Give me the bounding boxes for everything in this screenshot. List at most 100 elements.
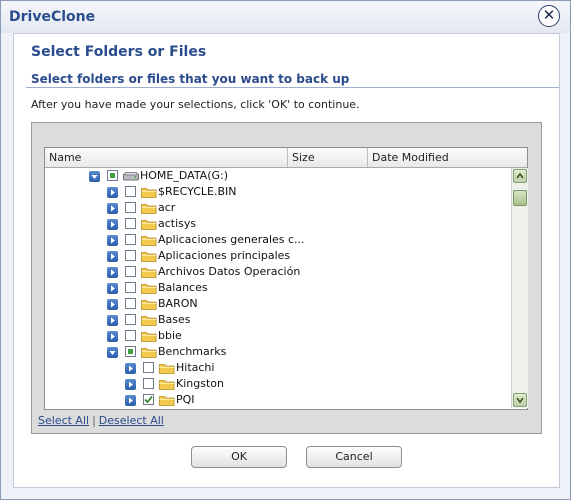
tree-item-label: Hitachi — [176, 361, 215, 374]
scroll-down-button[interactable] — [513, 393, 527, 407]
expand-toggle-icon[interactable] — [125, 363, 136, 374]
folder-icon — [141, 283, 157, 294]
row-checkbox[interactable] — [143, 378, 154, 389]
tree-item-label: Bases — [158, 313, 191, 326]
expand-toggle-icon[interactable] — [107, 203, 118, 214]
tree-item-label: Kingston — [176, 377, 224, 390]
tree-item-label: Benchmarks — [158, 345, 227, 358]
column-header-date-modified[interactable]: Date Modified — [368, 148, 527, 167]
tree-row[interactable]: Kingston — [45, 376, 510, 392]
tree-row[interactable]: Aplicaciones generales c... — [45, 232, 510, 248]
expand-toggle-icon[interactable] — [107, 283, 118, 294]
tree-row[interactable]: Bases — [45, 312, 510, 328]
cancel-button[interactable]: Cancel — [306, 446, 402, 468]
expand-toggle-icon[interactable] — [107, 331, 118, 342]
expand-toggle-icon[interactable] — [107, 299, 118, 310]
scroll-thumb[interactable] — [513, 190, 527, 206]
folder-icon — [159, 363, 175, 374]
tree-item-label: bbie — [158, 329, 182, 342]
tree-row[interactable]: Aplicaciones principales — [45, 248, 510, 264]
chevron-down-icon — [516, 397, 524, 404]
tree-row[interactable]: Balances — [45, 280, 510, 296]
expand-toggle-icon[interactable] — [107, 251, 118, 262]
folder-icon — [141, 187, 157, 198]
folder-icon — [141, 203, 157, 214]
tree-row[interactable]: Benchmarks — [45, 344, 510, 360]
expand-toggle-icon[interactable] — [125, 379, 136, 390]
row-checkbox[interactable] — [125, 186, 136, 197]
folder-icon — [141, 219, 157, 230]
tree-item-label: BARON — [158, 297, 198, 310]
folder-icon — [141, 251, 157, 262]
tree-row[interactable]: $RECYCLE.BIN — [45, 184, 510, 200]
file-tree-grid: Name Size Date Modified HOME_DATA(G:) $RE… — [44, 147, 528, 410]
row-checkbox[interactable] — [125, 298, 136, 309]
row-checkbox[interactable] — [125, 314, 136, 325]
folder-icon — [141, 331, 157, 342]
link-separator: | — [92, 414, 96, 427]
column-header-name[interactable]: Name — [45, 148, 288, 167]
tree-row[interactable]: bbie — [45, 328, 510, 344]
row-checkbox[interactable] — [125, 250, 136, 261]
tree-item-label: Aplicaciones principales — [158, 249, 291, 262]
folder-icon — [141, 267, 157, 278]
row-checkbox[interactable] — [125, 202, 136, 213]
row-checkbox[interactable] — [125, 330, 136, 341]
window-title: DriveClone — [9, 9, 96, 25]
row-checkbox[interactable] — [125, 234, 136, 245]
close-button[interactable]: ✕ — [538, 5, 560, 27]
row-checkbox[interactable] — [125, 266, 136, 277]
folder-icon — [159, 395, 175, 406]
row-checkbox[interactable] — [125, 346, 136, 357]
tree-row[interactable]: acr — [45, 200, 510, 216]
folder-icon — [141, 347, 157, 358]
tree-item-label: Archivos Datos Operación — [158, 265, 301, 278]
row-checkbox[interactable] — [143, 394, 154, 405]
tree-row[interactable]: PQI — [45, 392, 510, 408]
ok-button[interactable]: OK — [191, 446, 287, 468]
column-header-size[interactable]: Size — [288, 148, 368, 167]
tree-rows: HOME_DATA(G:) $RECYCLE.BIN acr actisys Aplic… — [45, 168, 510, 408]
tree-item-label: acr — [158, 201, 176, 214]
tree-row[interactable]: BARON — [45, 296, 510, 312]
folder-icon — [141, 299, 157, 310]
instruction-text: After you have made your selections, cli… — [31, 98, 360, 111]
select-all-link[interactable]: Select All — [38, 414, 89, 427]
folder-icon — [159, 379, 175, 390]
page-title: Select Folders or Files — [31, 44, 207, 60]
vertical-scrollbar[interactable] — [511, 168, 528, 408]
tree-item-label: HOME_DATA(G:) — [140, 169, 229, 182]
dialog-window: DriveClone ✕ Select Folders or Files Sel… — [0, 0, 571, 500]
tree-row[interactable]: Archivos Datos Operación — [45, 264, 510, 280]
expand-toggle-icon[interactable] — [107, 187, 118, 198]
expand-toggle-icon[interactable] — [107, 315, 118, 326]
expand-toggle-icon[interactable] — [125, 395, 136, 406]
deselect-all-link[interactable]: Deselect All — [99, 414, 164, 427]
tree-row[interactable]: Hitachi — [45, 360, 510, 376]
grid-header: Name Size Date Modified — [45, 148, 527, 168]
tree-row[interactable]: actisys — [45, 216, 510, 232]
row-checkbox[interactable] — [125, 218, 136, 229]
scroll-up-button[interactable] — [513, 169, 527, 183]
expand-toggle-icon[interactable] — [107, 235, 118, 246]
selection-links: Select All | Deselect All — [38, 414, 164, 427]
tree-item-label: Balances — [158, 281, 208, 294]
row-checkbox[interactable] — [107, 170, 118, 181]
folder-icon — [141, 235, 157, 246]
tree-row[interactable]: HOME_DATA(G:) — [45, 168, 510, 184]
dialog-content: Select Folders or Files Select folders o… — [13, 33, 560, 488]
expand-toggle-icon[interactable] — [107, 219, 118, 230]
tree-item-label: actisys — [158, 217, 197, 230]
folder-icon — [141, 315, 157, 326]
chevron-up-icon — [516, 172, 524, 179]
collapse-toggle-icon[interactable] — [89, 171, 100, 182]
close-icon: ✕ — [542, 6, 556, 24]
row-checkbox[interactable] — [125, 282, 136, 293]
tree-item-label: $RECYCLE.BIN — [158, 185, 237, 198]
title-bar[interactable]: DriveClone ✕ — [1, 1, 570, 33]
expand-toggle-icon[interactable] — [107, 267, 118, 278]
drive-icon — [123, 171, 139, 182]
row-checkbox[interactable] — [143, 362, 154, 373]
collapse-toggle-icon[interactable] — [107, 347, 118, 358]
tree-item-label: PQI — [176, 393, 195, 406]
